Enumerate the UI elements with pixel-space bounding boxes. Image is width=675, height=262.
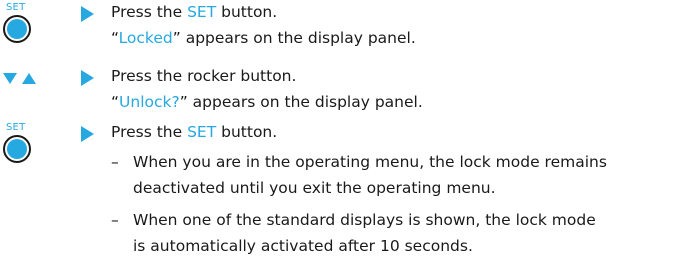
sub-item-2-line-1: When one of the standard displays is sho… <box>133 211 596 229</box>
sub-item-2-line-2: is automatically activated after 10 seco… <box>133 237 473 255</box>
instruction-text: button. <box>216 123 278 141</box>
set-highlight: SET <box>187 123 217 141</box>
sub-item-1-line-1: When you are in the operating menu, the … <box>133 153 607 171</box>
instruction-text: button. <box>216 3 278 21</box>
result-text: ” appears on the display panel. <box>179 93 423 111</box>
set-button-label: SET <box>6 122 26 133</box>
rocker-down-icon <box>3 73 17 84</box>
dash-bullet: – <box>111 211 119 229</box>
sub-item-1-line-2: deactivated until you exit the operating… <box>133 179 496 197</box>
set-button-icon <box>3 15 31 43</box>
rocker-up-icon <box>22 73 36 84</box>
display-message-highlight: Unlock? <box>119 93 180 111</box>
display-message-highlight: Locked <box>118 29 173 47</box>
instruction-text: Press the <box>111 123 188 141</box>
step-arrow-icon <box>81 126 94 142</box>
step-2-result: “Unlock?” appears on the display panel. <box>111 89 671 115</box>
step-arrow-icon <box>81 70 94 86</box>
instruction-page: SET Press the SET button. “Locked” appea… <box>0 0 675 262</box>
sub-item-1: – When you are in the operating menu, th… <box>111 149 671 201</box>
open-quote: “ <box>111 29 119 47</box>
set-highlight: SET <box>187 3 217 21</box>
step-3-text: Press the SET button. – When you are in … <box>111 119 671 259</box>
step-2-instruction: Press the rocker button. <box>111 67 297 85</box>
sub-item-2: – When one of the standard displays is s… <box>111 207 671 259</box>
result-text: ” appears on the display panel. <box>172 29 416 47</box>
step-2-text: Press the rocker button. “Unlock?” appea… <box>111 63 671 115</box>
open-quote: “ <box>111 93 120 111</box>
step-3-instruction: Press the SET button. <box>111 119 671 145</box>
instruction-text: Press the <box>111 3 188 21</box>
set-button-label: SET <box>6 2 26 13</box>
set-button-icon <box>3 135 31 163</box>
dash-bullet: – <box>111 153 119 171</box>
step-arrow-icon <box>81 6 94 22</box>
rocker-button-icon <box>3 73 36 84</box>
step-1-result: “Locked” appears on the display panel. <box>111 25 671 51</box>
step-1-instruction: Press the SET button. <box>111 0 671 25</box>
step-1-text: Press the SET button. “Locked” appears o… <box>111 0 671 51</box>
